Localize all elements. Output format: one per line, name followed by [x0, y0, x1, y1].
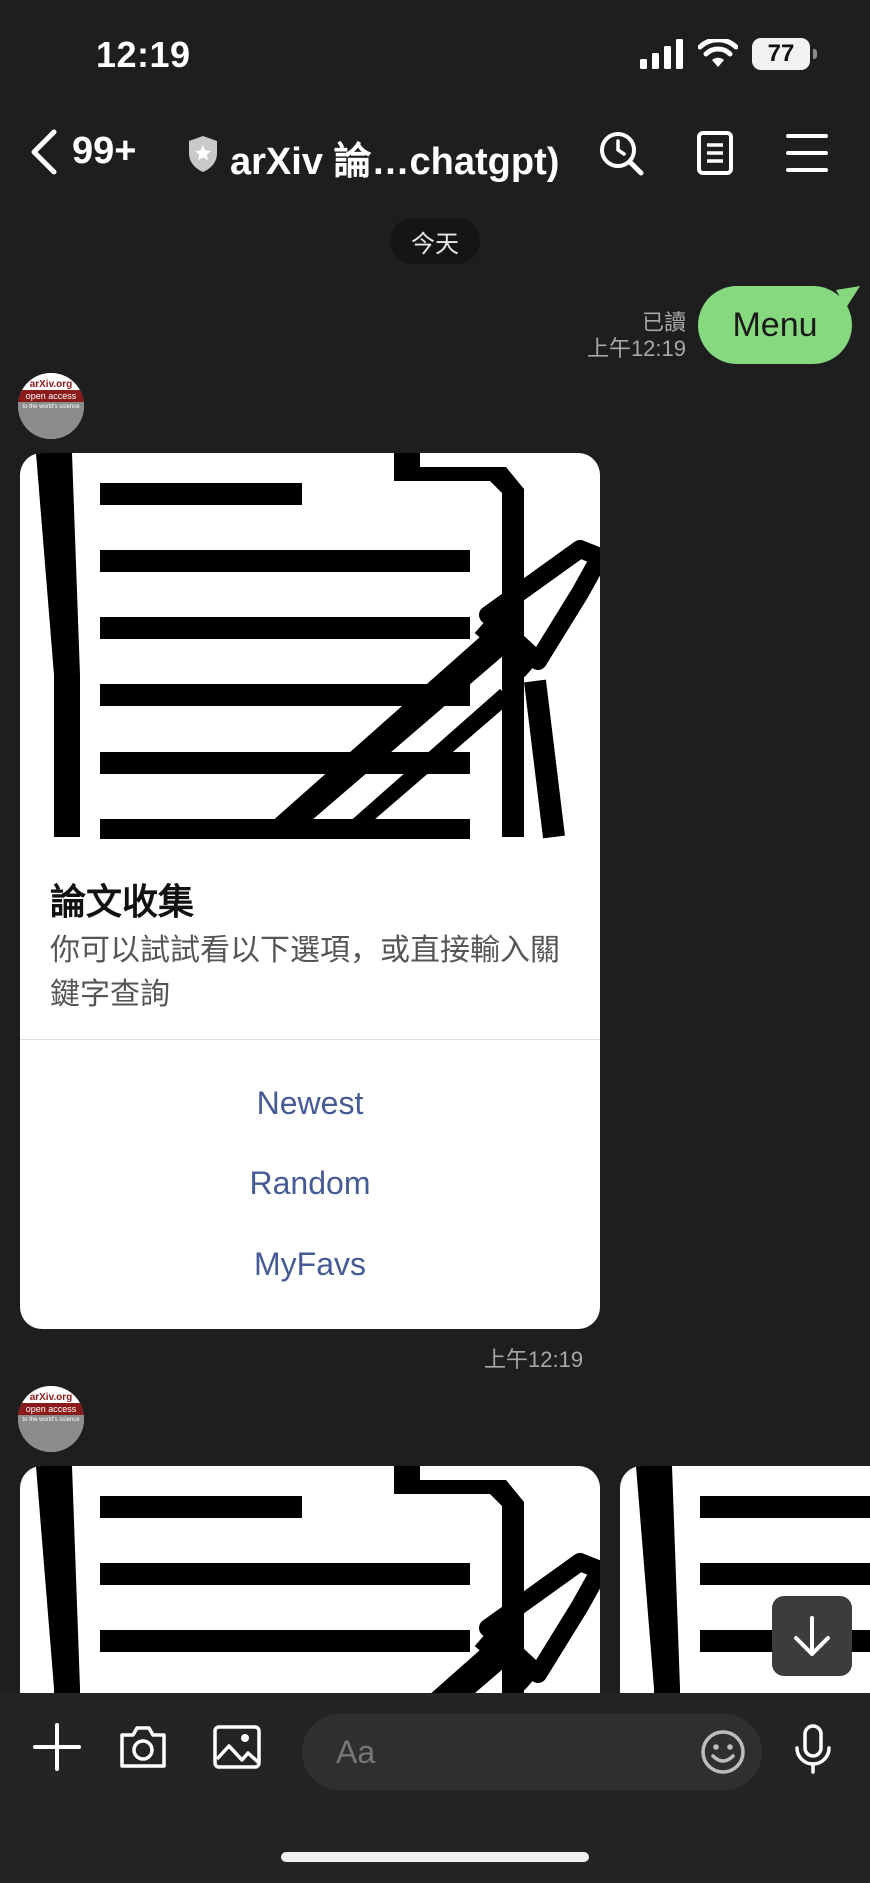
- card-divider: [20, 1039, 600, 1040]
- menu-icon[interactable]: [784, 130, 830, 176]
- avatar-text-1: arXiv.org: [18, 1386, 84, 1403]
- avatar-text-2: open access: [18, 390, 84, 402]
- avatar-text-1: arXiv.org: [18, 373, 84, 390]
- flex-message-card: 論文收集 你可以試試看以下選項，或直接輸入關鍵字查詢 Newest Random…: [20, 453, 600, 1329]
- avatar-text-2: open access: [18, 1403, 84, 1415]
- home-indicator: [281, 1852, 589, 1862]
- chevron-left-icon[interactable]: [28, 128, 60, 176]
- battery-level: 77: [767, 40, 795, 67]
- card-timestamp: 上午12:19: [484, 1347, 584, 1372]
- search-icon[interactable]: [598, 130, 644, 176]
- emoji-icon[interactable]: [700, 1729, 746, 1775]
- bubble-tail: [836, 286, 860, 308]
- message-input[interactable]: [302, 1714, 762, 1790]
- plus-icon[interactable]: [32, 1722, 82, 1772]
- bot-avatar[interactable]: arXiv.org open access to the world's sci…: [18, 373, 84, 439]
- sent-message-bubble[interactable]: Menu: [698, 286, 852, 364]
- avatar-text-3: to the world's science: [18, 402, 84, 439]
- card-title: 論文收集: [50, 881, 195, 922]
- wifi-icon: [698, 39, 738, 67]
- image-icon[interactable]: [212, 1722, 262, 1772]
- random-button[interactable]: Random: [20, 1165, 600, 1202]
- scroll-to-bottom-button[interactable]: [772, 1596, 852, 1676]
- unread-count[interactable]: 99+: [72, 130, 136, 173]
- newest-button[interactable]: Newest: [20, 1085, 600, 1122]
- date-divider: 今天: [390, 218, 480, 264]
- avatar-text-3: to the world's science: [18, 1415, 84, 1452]
- battery-indicator: 77: [752, 38, 817, 70]
- camera-icon[interactable]: [118, 1722, 168, 1772]
- paper-pen-icon: [36, 453, 600, 839]
- microphone-icon[interactable]: [788, 1724, 838, 1774]
- message-timestamp: 上午12:19: [586, 336, 686, 361]
- notes-icon[interactable]: [692, 130, 738, 176]
- signal-icon: [640, 39, 683, 69]
- shield-icon: [189, 136, 217, 172]
- chat-title[interactable]: arXiv 論…chatgpt): [230, 130, 559, 185]
- myfavs-button[interactable]: MyFavs: [20, 1246, 600, 1283]
- status-time: 12:19: [96, 34, 191, 75]
- status-icons: 77: [640, 38, 817, 70]
- arrow-down-icon: [794, 1616, 830, 1656]
- bot-avatar[interactable]: arXiv.org open access to the world's sci…: [18, 1386, 84, 1452]
- card-description: 你可以試試看以下選項，或直接輸入關鍵字查詢: [50, 934, 560, 1011]
